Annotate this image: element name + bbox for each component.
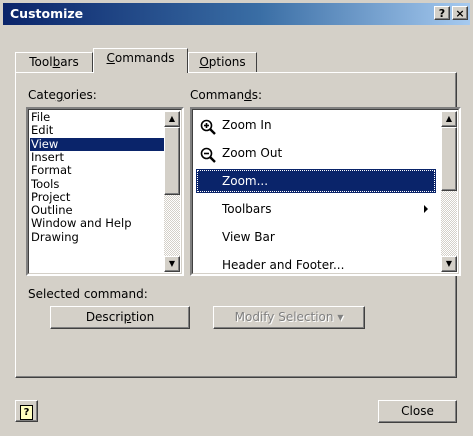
scroll-thumb[interactable] (441, 127, 457, 191)
category-item[interactable]: Insert (30, 150, 179, 164)
category-item[interactable]: File (30, 111, 179, 124)
category-item[interactable]: Edit (30, 124, 179, 137)
close-title-button[interactable]: × (452, 6, 468, 20)
modify-selection-button[interactable]: Modify Selection ▾ (213, 306, 365, 329)
command-item[interactable]: View Bar (194, 223, 438, 251)
scroll-down-button[interactable]: ▼ (164, 256, 180, 272)
help-title-button[interactable]: ? (434, 6, 450, 20)
command-item[interactable]: Zoom Out (194, 139, 438, 167)
command-label: Zoom In (222, 118, 272, 132)
command-label: Zoom Out (222, 146, 283, 160)
category-item[interactable]: Drawing (30, 230, 179, 244)
categories-scrollbar[interactable]: ▲ ▼ (164, 111, 180, 272)
command-label: Zoom... (222, 174, 269, 188)
commands-list[interactable]: Zoom In Zoom Out Zoom... Toolbars View Bar He… (190, 107, 461, 276)
commands-label: Commands: (190, 88, 262, 102)
command-label: View Bar (222, 230, 275, 244)
command-label: Header and Footer... (222, 258, 345, 272)
scroll-down-button[interactable]: ▼ (441, 256, 457, 272)
categories-list[interactable]: File Edit View Insert Format Tools Project Outl… (26, 107, 184, 276)
title-bar[interactable]: Customize ? × (3, 3, 470, 25)
commands-panel: Categories: Commands: File Edit View Insert… (15, 72, 461, 378)
category-item[interactable]: Format (30, 164, 179, 177)
description-button[interactable]: Description (50, 306, 190, 329)
category-item[interactable]: View (30, 137, 179, 151)
close-button[interactable]: Close (378, 400, 457, 423)
command-item[interactable]: Zoom... (196, 169, 436, 193)
command-item[interactable]: Header and Footer... (194, 251, 438, 279)
command-label: Toolbars (222, 202, 272, 216)
scroll-thumb[interactable] (164, 127, 180, 195)
scroll-up-button[interactable]: ▲ (164, 111, 180, 127)
dropdown-arrow-icon: ▾ (337, 310, 344, 324)
tab-options[interactable]: Options (188, 52, 257, 72)
help-icon: ? (20, 405, 33, 420)
category-item[interactable]: Tools (30, 177, 179, 191)
command-item[interactable]: Zoom In (194, 111, 438, 139)
categories-label: Categories: (28, 88, 97, 102)
tab-toolbars[interactable]: Toolbars (15, 52, 93, 72)
category-item[interactable]: Project (30, 190, 179, 204)
commands-scrollbar[interactable]: ▲ ▼ (441, 111, 457, 272)
tab-commands[interactable]: Commands (93, 48, 188, 73)
customize-dialog: Customize ? × Toolbars Commands Options … (0, 0, 473, 436)
scroll-up-button[interactable]: ▲ (441, 111, 457, 127)
zoom-in-icon (200, 117, 216, 135)
help-button[interactable]: ? (15, 400, 38, 422)
zoom-out-icon (200, 145, 216, 163)
category-item[interactable]: Window and Help (30, 217, 179, 230)
selected-command-label: Selected command: (28, 287, 148, 301)
command-item[interactable]: Toolbars (194, 195, 438, 223)
category-item[interactable]: Outline (30, 204, 179, 217)
submenu-arrow-icon (424, 205, 428, 213)
window-title: Customize (10, 6, 84, 21)
